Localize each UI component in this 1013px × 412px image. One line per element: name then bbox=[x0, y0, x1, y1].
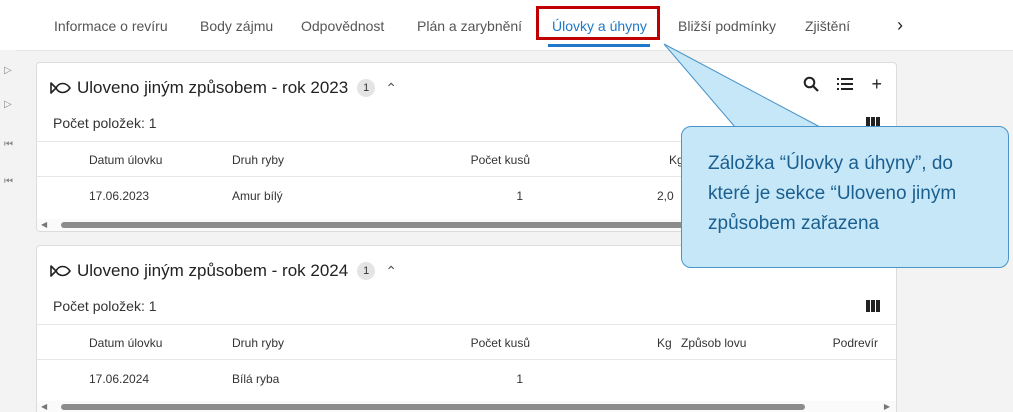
callout-note: Záložka “Úlovky a úhyny”, do které je se… bbox=[681, 126, 1009, 268]
callout-text: Záložka “Úlovky a úhyny”, do které je se… bbox=[708, 153, 957, 234]
